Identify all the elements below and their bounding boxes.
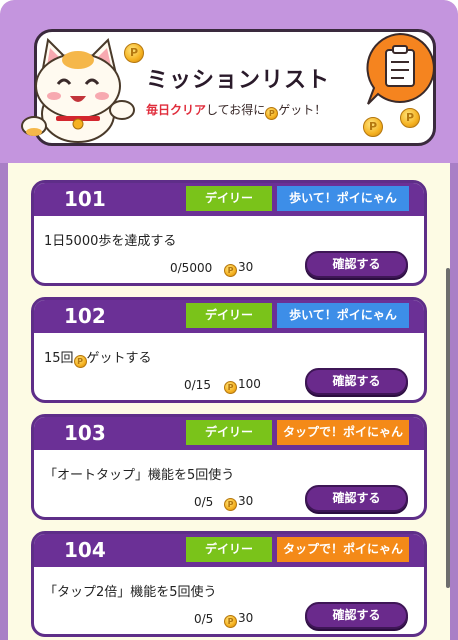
banner-subtitle-end: ゲット！ (278, 103, 327, 117)
scrollbar[interactable] (446, 268, 450, 588)
category-tag: タップで！ポイにゃん (277, 420, 409, 445)
coin-icon: P (73, 355, 87, 368)
coin-icon: P (400, 108, 420, 128)
mission-card: 103 デイリー タップで！ポイにゃん 「オートタップ」機能を5回使う 0/5 … (31, 414, 427, 520)
mission-number: 103 (64, 421, 106, 445)
mission-card: 104 デイリー タップで！ポイにゃん 「タップ2倍」機能を5回使う 0/5 P… (31, 531, 427, 637)
confirm-button[interactable]: 確認する (305, 251, 408, 278)
coin-icon: P (363, 117, 383, 137)
mission-progress: 0/5 (194, 612, 214, 626)
mission-card: 101 デイリー 歩いて！ポイにゃん 1日5000歩を達成する 0/5000 P… (31, 180, 427, 286)
mission-description-text: 1日5000歩を達成する (44, 234, 177, 249)
banner-title: ミッションリスト (146, 68, 331, 93)
mission-description: 「オートタップ」機能を5回使う (44, 464, 234, 483)
mission-description: 「タップ2倍」機能を5回使う (44, 581, 217, 600)
category-tag: タップで！ポイにゃん (277, 537, 409, 562)
mission-screen: ミッションリスト 毎日クリアしてお得に P ゲット！ P P P 101 デイリー … (0, 0, 458, 640)
coin-icon: P (224, 264, 237, 277)
reward-amount: 30 (238, 494, 254, 508)
mission-number: 102 (64, 304, 106, 328)
banner-subtitle-mid: してお得に (206, 103, 266, 117)
reward-amount: 100 (238, 377, 261, 391)
mission-number: 104 (64, 538, 106, 562)
mission-description-text: 「オートタップ」機能を5回使う (44, 468, 235, 483)
confirm-button[interactable]: 確認する (305, 602, 408, 629)
frequency-tag: デイリー (186, 303, 272, 328)
mission-description-text: ゲットする (86, 351, 152, 366)
mission-reward: P 100 (224, 377, 261, 394)
coin-icon: P (124, 43, 144, 63)
coin-icon: P (224, 615, 237, 628)
coin-icon: P (224, 381, 237, 394)
confirm-button[interactable]: 確認する (305, 368, 408, 395)
mission-card: 102 デイリー 歩いて！ポイにゃん 15回 P ゲットする 0/15 P 100 確… (31, 297, 427, 403)
mission-reward: P 30 (224, 611, 253, 628)
banner-subtitle-highlight: 毎日クリア (146, 103, 207, 117)
mission-progress: 0/5 (194, 495, 214, 509)
frequency-tag: デイリー (186, 186, 272, 211)
mission-description-text: 「タップ2倍」機能を5回使う (44, 585, 217, 600)
category-tag: 歩いて！ポイにゃん (277, 303, 409, 328)
mission-description: 15回 P ゲットする (44, 347, 152, 368)
mission-number: 101 (64, 187, 106, 211)
clipboard-icon (366, 32, 435, 105)
mission-description: 1日5000歩を達成する (44, 230, 176, 249)
mission-reward: P 30 (224, 260, 253, 277)
frequency-tag: デイリー (186, 537, 272, 562)
mission-reward: P 30 (224, 494, 253, 511)
lucky-cat-mascot-icon (21, 37, 135, 143)
reward-amount: 30 (238, 260, 254, 274)
coin-icon: P (265, 107, 279, 120)
coin-icon: P (224, 498, 237, 511)
reward-amount: 30 (238, 611, 254, 625)
banner-subtitle: 毎日クリアしてお得に P ゲット！ (146, 101, 386, 120)
confirm-button[interactable]: 確認する (305, 485, 408, 512)
mission-progress: 0/5000 (170, 261, 213, 275)
mission-progress: 0/15 (184, 378, 211, 392)
category-tag: 歩いて！ポイにゃん (277, 186, 409, 211)
mission-description-text: 15回 (44, 351, 74, 366)
frequency-tag: デイリー (186, 420, 272, 445)
